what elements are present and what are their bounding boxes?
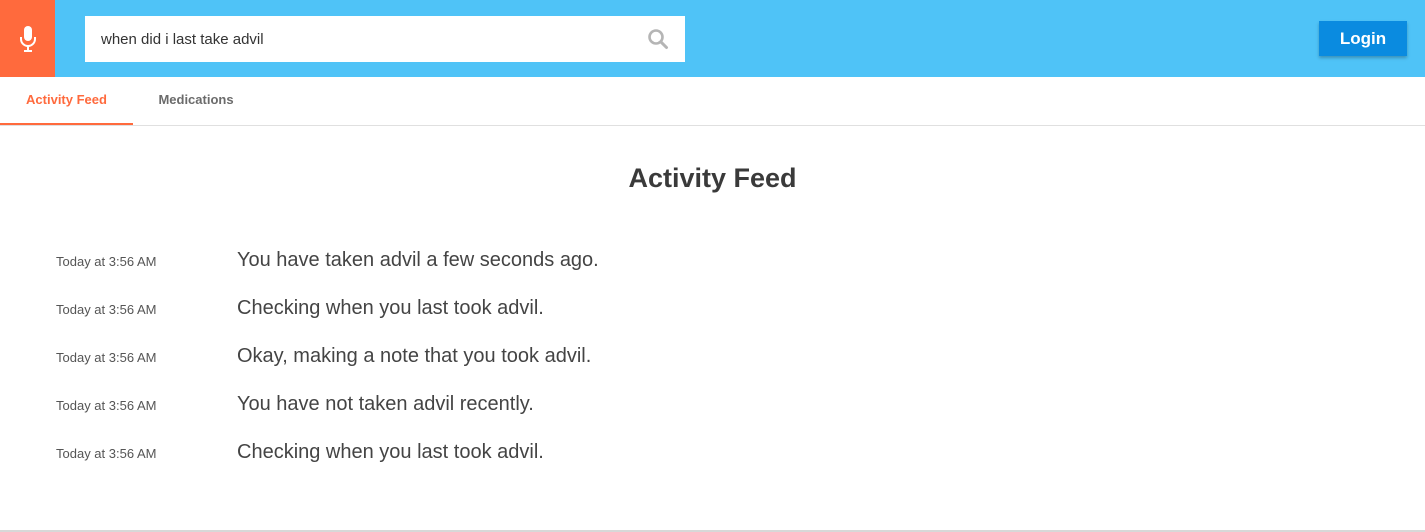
activity-feed-list: Today at 3:56 AM You have taken advil a … [0,237,1425,477]
login-button[interactable]: Login [1319,21,1407,56]
feed-item-time: Today at 3:56 AM [56,446,157,461]
feed-item: Today at 3:56 AM Checking when you last … [0,285,1425,333]
feed-item: Today at 3:56 AM You have not taken advi… [0,381,1425,429]
search-icon[interactable] [647,28,669,50]
microphone-icon [19,25,36,52]
feed-item: Today at 3:56 AM Checking when you last … [0,429,1425,477]
feed-item-time: Today at 3:56 AM [56,302,157,317]
app-page: Login Activity Feed Medications Activity… [0,0,1425,532]
feed-item-message: Checking when you last took advil. [237,441,544,463]
feed-item-time: Today at 3:56 AM [56,350,157,365]
microphone-button[interactable] [0,0,55,77]
feed-item-time: Today at 3:56 AM [56,398,157,413]
tab-medications[interactable]: Medications [133,77,259,125]
page-title: Activity Feed [628,163,797,193]
feed-item: Today at 3:56 AM Okay, making a note tha… [0,333,1425,381]
tab-activity-feed[interactable]: Activity Feed [0,77,133,125]
feed-item-message: You have not taken advil recently. [237,393,534,415]
feed-item-message: You have taken advil a few seconds ago. [237,249,599,271]
feed-item-time: Today at 3:56 AM [56,254,157,269]
search-input[interactable] [85,16,635,62]
tab-bar: Activity Feed Medications [0,77,1425,126]
top-bar: Login [0,0,1425,77]
feed-item-message: Okay, making a note that you took advil. [237,345,592,367]
feed-item: Today at 3:56 AM You have taken advil a … [0,237,1425,285]
search-box [85,16,685,62]
feed-item-message: Checking when you last took advil. [237,297,544,319]
